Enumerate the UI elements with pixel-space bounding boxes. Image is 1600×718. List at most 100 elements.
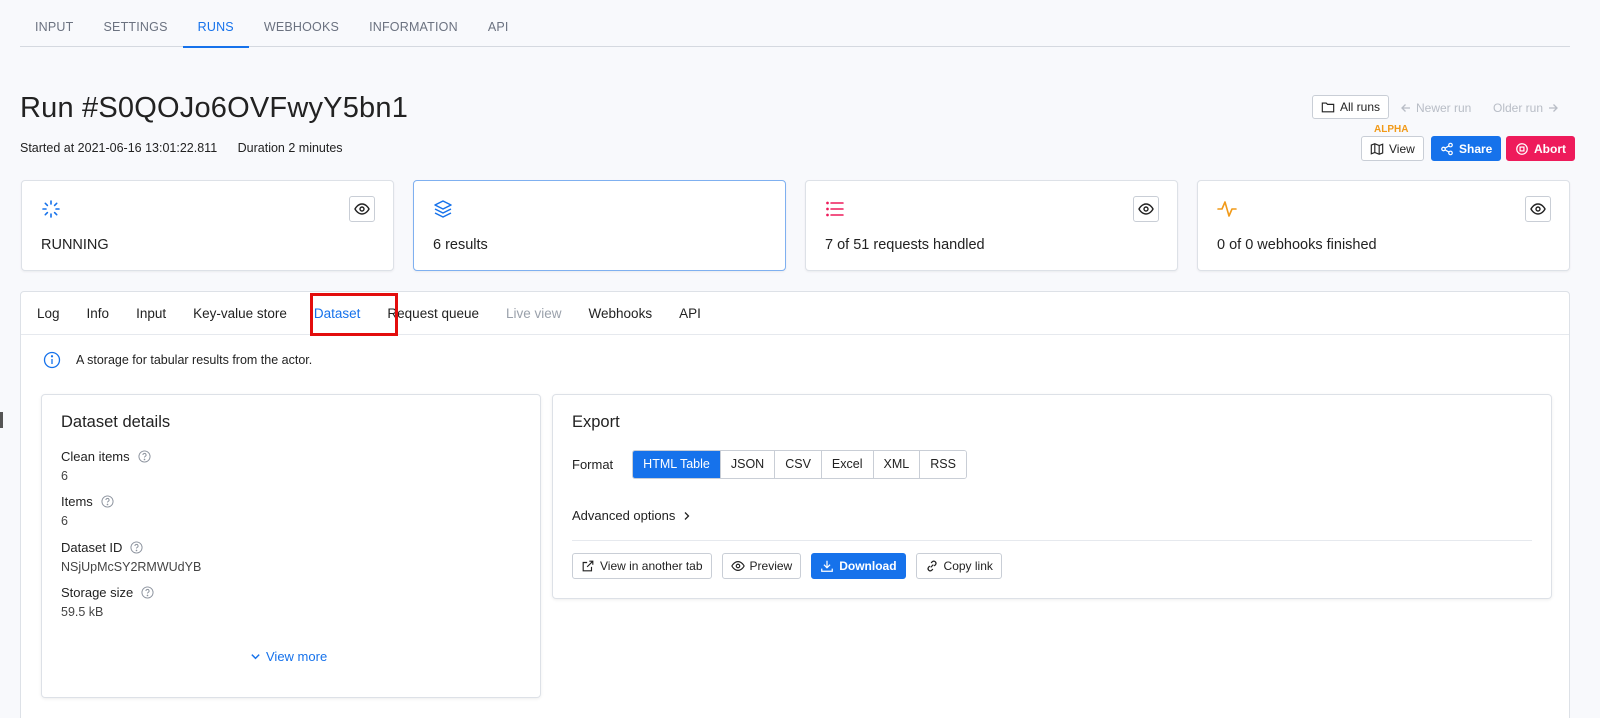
eye-icon <box>1530 203 1546 215</box>
eye-toggle-button[interactable] <box>1133 196 1159 222</box>
run-meta: Started at 2021-06-16 13:01:22.811 Durat… <box>20 141 343 155</box>
alpha-badge: ALPHA <box>1374 124 1409 135</box>
format-csv[interactable]: CSV <box>774 451 821 478</box>
eye-icon <box>730 561 745 571</box>
preview-button[interactable]: Preview <box>721 553 802 579</box>
tab-input[interactable]: INPUT <box>20 0 89 47</box>
dataset-details-card: Dataset details Clean items 6 Items 6 Da… <box>41 394 541 698</box>
tab-api[interactable]: API <box>668 292 712 334</box>
advanced-options-toggle[interactable]: Advanced options <box>572 508 692 523</box>
download-icon <box>821 560 834 572</box>
tab-webhooks[interactable]: Webhooks <box>578 292 664 334</box>
format-label: Format <box>572 457 614 472</box>
view-more-button[interactable]: View more <box>250 649 327 664</box>
eye-toggle-button[interactable] <box>1525 196 1551 222</box>
storage-size-value: 59.5 kB <box>61 605 104 619</box>
tab-live-view: Live view <box>506 306 562 321</box>
tab-runs[interactable]: RUNS <box>182 0 250 48</box>
help-icon[interactable] <box>141 586 154 599</box>
format-rss[interactable]: RSS <box>919 451 966 478</box>
view-more-label: View more <box>266 649 328 664</box>
status-card[interactable]: RUNNING <box>21 180 394 271</box>
stop-circle-icon <box>1516 142 1528 155</box>
all-runs-button[interactable]: All runs <box>1312 95 1390 119</box>
page-title: Run #S0QOJo6OVFwyY5bn1 <box>20 92 409 124</box>
storage-panel: Log Info Input Key-value store Dataset R… <box>20 291 1570 718</box>
tab-settings[interactable]: SETTINGS <box>89 0 183 47</box>
newer-run-button[interactable]: Newer run <box>1400 101 1471 115</box>
download-button[interactable]: Download <box>811 553 906 579</box>
eye-toggle-button[interactable] <box>349 196 375 222</box>
export-title: Export <box>572 413 620 431</box>
preview-label: Preview <box>749 559 793 573</box>
run-started: Started at 2021-06-16 13:01:22.811 <box>20 141 218 155</box>
list-icon <box>826 201 844 217</box>
chevron-right-icon <box>684 511 690 520</box>
eye-icon <box>1138 203 1154 215</box>
chevron-down-icon <box>251 654 260 660</box>
spinner-icon <box>42 200 60 218</box>
abort-label: Abort <box>1534 141 1566 156</box>
view-label: View <box>1389 141 1415 156</box>
tab-information[interactable]: INFORMATION <box>354 0 473 47</box>
newer-run-label: Newer run <box>1416 101 1472 115</box>
results-card[interactable]: 6 results <box>413 180 786 271</box>
view-in-another-tab-button[interactable]: View in another tab <box>572 553 712 579</box>
webhooks-text: 0 of 0 webhooks finished <box>1217 237 1377 253</box>
results-text: 6 results <box>433 237 488 253</box>
activity-icon <box>1217 201 1237 217</box>
format-segmented-control: HTML Table JSON CSV Excel XML RSS <box>632 450 967 479</box>
copy-link-label: Copy link <box>943 559 993 573</box>
tab-log[interactable]: Log <box>26 292 71 334</box>
share-label: Share <box>1459 141 1493 156</box>
tab-info[interactable]: Info <box>76 292 121 334</box>
status-text: RUNNING <box>41 237 109 253</box>
older-run-button[interactable]: Older run <box>1493 101 1559 115</box>
tab-key-value-store[interactable]: Key-value store <box>182 292 298 334</box>
dataset-id-label: Dataset ID <box>61 540 123 555</box>
tab-input[interactable]: Input <box>125 292 177 334</box>
share-icon <box>1441 142 1453 155</box>
copy-link-button[interactable]: Copy link <box>915 553 1002 579</box>
webhooks-card[interactable]: 0 of 0 webhooks finished <box>1197 180 1570 271</box>
tab-api[interactable]: API <box>473 0 524 47</box>
divider <box>572 540 1532 541</box>
clean-items-value: 6 <box>61 469 68 483</box>
dataset-id-value: NSjUpMcSY2RMWUdYB <box>61 560 202 574</box>
export-actions: View in another tab Preview Download Cop… <box>572 553 1002 579</box>
tab-webhooks[interactable]: WEBHOOKS <box>249 0 354 47</box>
scroll-marker <box>0 412 3 428</box>
download-label: Download <box>839 559 897 573</box>
export-card: Export Format HTML Table JSON CSV Excel … <box>552 394 1552 599</box>
view-map-button[interactable]: View <box>1361 136 1424 161</box>
share-button[interactable]: Share <box>1431 136 1502 161</box>
dataset-tab-highlight <box>310 293 398 336</box>
help-icon[interactable] <box>101 495 114 508</box>
advanced-options-label: Advanced options <box>572 508 676 523</box>
external-link-icon <box>582 560 594 572</box>
top-tab-bar: INPUT SETTINGS RUNS WEBHOOKS INFORMATION… <box>20 0 1570 48</box>
storage-size-label: Storage size <box>61 585 134 600</box>
view-in-another-tab-label: View in another tab <box>600 559 703 573</box>
sub-tab-bar: Log Info Input Key-value store Dataset R… <box>21 292 1569 335</box>
format-xml[interactable]: XML <box>872 451 920 478</box>
format-selector: Format HTML Table JSON CSV Excel XML RSS <box>572 450 967 479</box>
help-icon[interactable] <box>130 541 143 554</box>
format-excel[interactable]: Excel <box>820 451 873 478</box>
help-icon[interactable] <box>138 450 151 463</box>
arrow-right-icon <box>1549 104 1558 112</box>
storage-size-field: Storage size 59.5 kB <box>61 585 154 619</box>
folder-icon <box>1321 102 1335 113</box>
eye-icon <box>354 203 370 215</box>
arrow-left-icon <box>1401 104 1410 112</box>
clean-items-field: Clean items 6 <box>61 449 151 483</box>
abort-button[interactable]: Abort <box>1506 136 1575 161</box>
items-field: Items 6 <box>61 494 114 528</box>
format-html-table[interactable]: HTML Table <box>633 451 720 478</box>
requests-card[interactable]: 7 of 51 requests handled <box>805 180 1178 271</box>
requests-text: 7 of 51 requests handled <box>825 237 985 253</box>
dataset-id-field: Dataset ID NSjUpMcSY2RMWUdYB <box>61 540 201 574</box>
format-json[interactable]: JSON <box>719 451 775 478</box>
older-run-label: Older run <box>1493 101 1544 115</box>
info-text: A storage for tabular results from the a… <box>76 353 313 367</box>
